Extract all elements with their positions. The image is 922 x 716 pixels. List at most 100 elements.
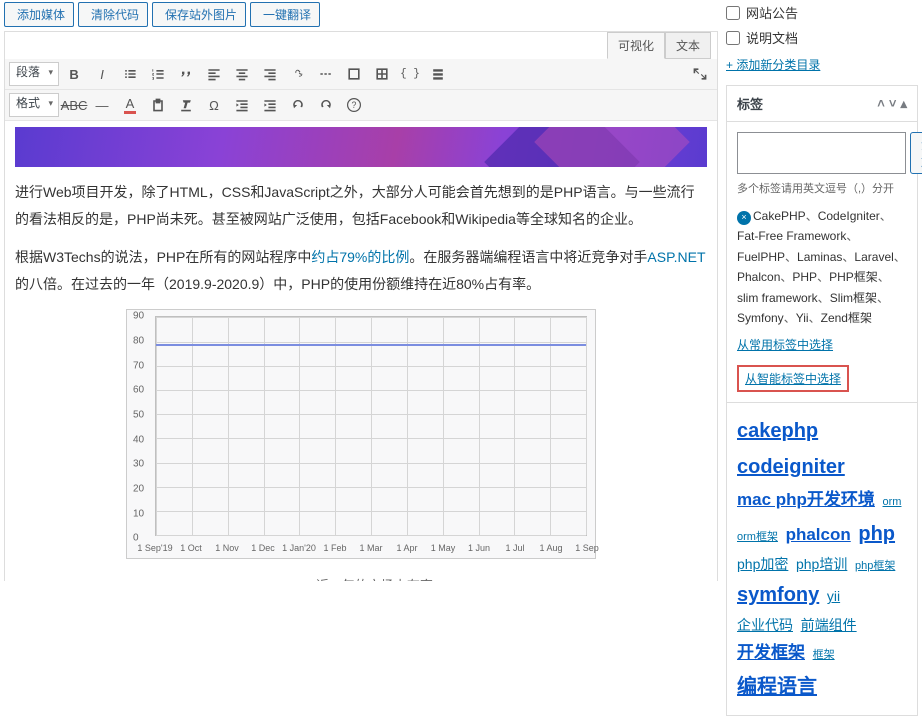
- tab-visual[interactable]: 可视化: [607, 32, 665, 59]
- cloud-tag[interactable]: 开发框架: [737, 643, 805, 662]
- chart-line: [156, 344, 586, 346]
- checkbox[interactable]: [726, 6, 740, 20]
- x-tick: 1 Nov: [215, 543, 239, 553]
- category-check-0[interactable]: 网站公告: [726, 0, 918, 25]
- text-color-button[interactable]: A: [117, 93, 143, 117]
- clear-format-button[interactable]: [173, 93, 199, 117]
- paragraph-select[interactable]: 段落: [9, 62, 59, 86]
- checkbox[interactable]: [726, 31, 740, 45]
- hr-button[interactable]: —: [89, 93, 115, 117]
- indent-button[interactable]: [257, 93, 283, 117]
- bold-button[interactable]: B: [61, 62, 87, 86]
- table-button[interactable]: [369, 62, 395, 86]
- cloud-tag[interactable]: php加密: [737, 556, 788, 572]
- cloud-tag[interactable]: phalcon: [786, 525, 851, 544]
- cloud-tag[interactable]: orm: [883, 496, 902, 508]
- hero-image: [15, 127, 707, 167]
- x-tick: 1 Oct: [180, 543, 202, 553]
- panel-down-icon[interactable]: ˅: [889, 96, 897, 112]
- link-aspnet[interactable]: ASP.NET: [647, 249, 705, 265]
- preformatted-button[interactable]: [341, 62, 367, 86]
- cloud-tag[interactable]: orm框架: [737, 531, 778, 543]
- cloud-tag[interactable]: php培训: [796, 556, 847, 572]
- ol-button[interactable]: [145, 62, 171, 86]
- align-right-button[interactable]: [257, 62, 283, 86]
- cloud-tag[interactable]: php: [858, 523, 895, 545]
- x-tick: 1 May: [431, 543, 456, 553]
- cloud-tag[interactable]: 企业代码: [737, 617, 793, 633]
- y-tick: 50: [133, 410, 144, 421]
- editor-content[interactable]: 进行Web项目开发，除了HTML，CSS和JavaScript之外，大部分人可能…: [5, 121, 717, 581]
- tag-input[interactable]: [737, 132, 906, 174]
- save-images-button[interactable]: 保存站外图片: [152, 2, 246, 27]
- link-smart-tags[interactable]: 从智能标签中选择: [745, 372, 841, 386]
- cloud-tag[interactable]: 前端组件: [801, 617, 857, 633]
- cloud-tag[interactable]: 框架: [813, 649, 835, 661]
- y-tick: 80: [133, 336, 144, 347]
- cloud-tag[interactable]: cakephp: [737, 420, 818, 442]
- tags-panel: 标签 ˄ ˅ ▴ 添加 多个标签请用英文逗号（,）分开 ×CakePHP、Cod…: [726, 85, 918, 403]
- clear-code-button[interactable]: 清除代码: [78, 2, 148, 27]
- translate-button[interactable]: 一键翻译: [250, 2, 320, 27]
- paste-text-button[interactable]: [145, 93, 171, 117]
- paragraph-1: 进行Web项目开发，除了HTML，CSS和JavaScript之外，大部分人可能…: [15, 179, 707, 232]
- cloud-tag[interactable]: mac php开发环境: [737, 490, 875, 509]
- special-char-button[interactable]: Ω: [201, 93, 227, 117]
- quote-button[interactable]: [173, 62, 199, 86]
- toggle-toolbar-button[interactable]: [425, 62, 451, 86]
- strikethrough-button[interactable]: ABC: [61, 93, 87, 117]
- y-tick: 20: [133, 484, 144, 495]
- x-tick: 1 Sep: [575, 543, 599, 553]
- format-select[interactable]: 格式: [9, 93, 59, 117]
- x-tick: 1 Apr: [396, 543, 417, 553]
- x-tick: 1 Mar: [359, 543, 382, 553]
- cloud-tag[interactable]: yii: [827, 588, 840, 604]
- save-images-label: 保存站外图片: [165, 6, 237, 23]
- x-tick: 1 Jul: [505, 543, 524, 553]
- align-center-button[interactable]: [229, 62, 255, 86]
- chart-caption: PHP近一年的市场占有率: [289, 575, 433, 581]
- x-tick: 1 Jun: [468, 543, 490, 553]
- category-check-1[interactable]: 说明文档: [726, 25, 918, 50]
- clear-code-label: 清除代码: [91, 6, 139, 23]
- fullscreen-button[interactable]: [687, 62, 713, 86]
- undo-button[interactable]: [285, 93, 311, 117]
- tag-item: Laravel: [854, 250, 893, 264]
- link-button[interactable]: [285, 62, 311, 86]
- panel-up-icon[interactable]: ˄: [877, 96, 885, 112]
- tag-item: Yii: [796, 311, 809, 325]
- more-button[interactable]: [313, 62, 339, 86]
- link-79-percent[interactable]: 约占79%的比例: [311, 249, 409, 265]
- tag-item: CakePHP: [753, 209, 806, 223]
- tag-hint: 多个标签请用英文逗号（,）分开: [737, 180, 907, 196]
- y-tick: 30: [133, 459, 144, 470]
- cloud-tag[interactable]: php框架: [855, 560, 895, 572]
- y-tick: 60: [133, 385, 144, 396]
- link-common-tags[interactable]: 从常用标签中选择: [737, 338, 833, 352]
- cloud-tag[interactable]: 编程语言: [737, 676, 817, 698]
- current-tags: ×CakePHP、CodeIgniter、Fat-Free Framework、…: [737, 206, 907, 328]
- ul-button[interactable]: [117, 62, 143, 86]
- visual-blocks-button[interactable]: { }: [397, 62, 423, 86]
- italic-button[interactable]: I: [89, 62, 115, 86]
- tag-item: CodeIgniter: [818, 209, 880, 223]
- x-tick: 1 Feb: [323, 543, 346, 553]
- cloud-tag[interactable]: symfony: [737, 584, 819, 606]
- outdent-button[interactable]: [229, 93, 255, 117]
- help-button[interactable]: ?: [341, 93, 367, 117]
- tag-item: Fat-Free Framework: [737, 229, 846, 243]
- tag-add-button[interactable]: 添加: [910, 132, 922, 174]
- y-tick: 10: [133, 508, 144, 519]
- tag-delete-icon[interactable]: ×: [737, 211, 751, 225]
- redo-button[interactable]: [313, 93, 339, 117]
- align-left-button[interactable]: [201, 62, 227, 86]
- add-category-link[interactable]: + 添加新分类目录: [726, 58, 820, 72]
- paragraph-2: 根据W3Techs的说法，PHP在所有的网站程序中约占79%的比例。在服务器端编…: [15, 244, 707, 297]
- category-widget: 网站公告说明文档 + 添加新分类目录: [726, 0, 918, 73]
- panel-toggle-icon[interactable]: ▴: [900, 96, 907, 112]
- tag-item: Zend框架: [821, 311, 872, 325]
- cloud-tag[interactable]: codeigniter: [737, 456, 845, 478]
- tab-text[interactable]: 文本: [665, 32, 711, 59]
- add-media-button[interactable]: 添加媒体: [4, 2, 74, 27]
- tag-item: Symfony: [737, 311, 784, 325]
